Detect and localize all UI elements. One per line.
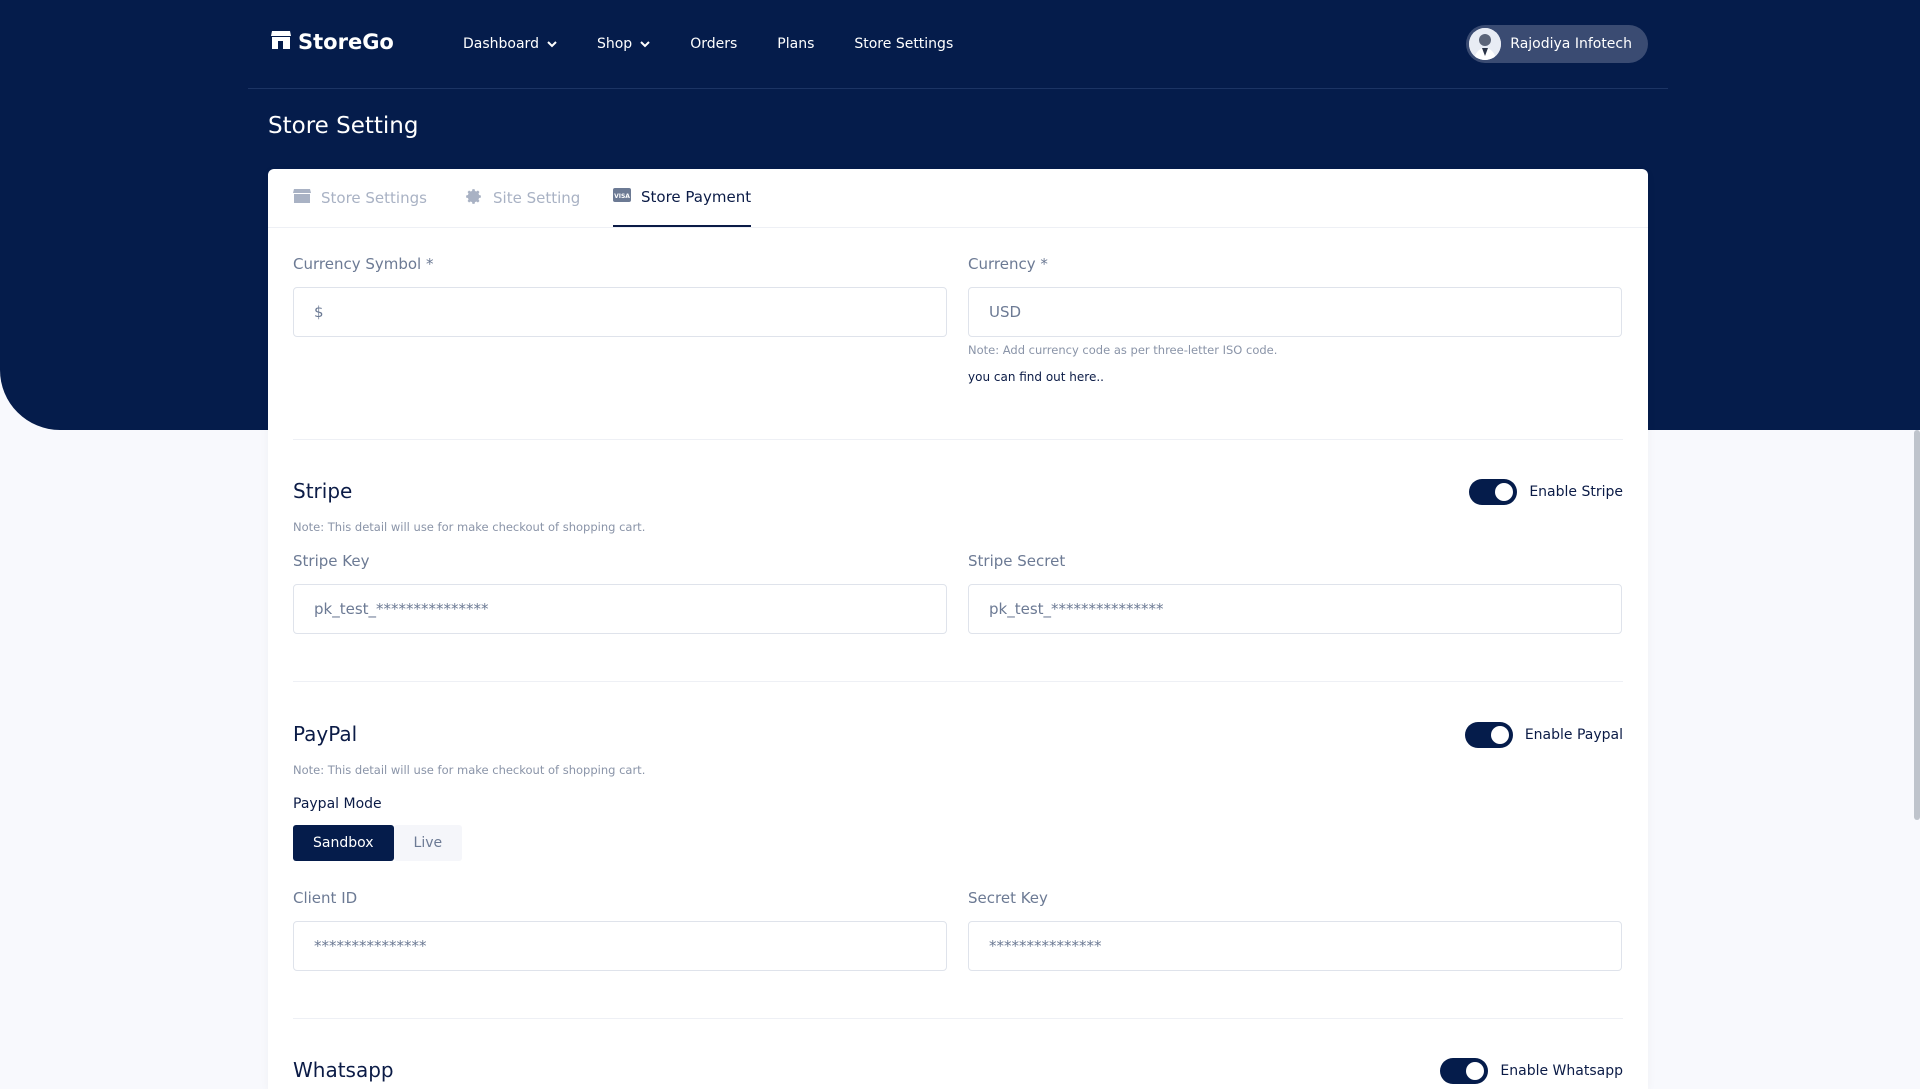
nav-dashboard[interactable]: Dashboard [463,36,557,52]
page-scrollbar[interactable] [1914,430,1920,820]
toggle-knob [1495,483,1514,501]
secret-key-input[interactable] [968,921,1622,971]
enable-stripe-toggle[interactable] [1469,479,1518,505]
nav-orders[interactable]: Orders [690,36,737,52]
nav-label: Shop [596,36,633,52]
tab-label: Store Settings [321,189,427,207]
tab-label: Site Setting [493,189,581,207]
paypal-mode-switch: Sandbox Live [293,825,463,861]
nav-label: Store Settings [854,36,954,52]
sandbox-mode-button[interactable]: Sandbox [293,825,394,861]
paypal-mode-label: Paypal Mode [293,796,382,812]
stripe-key-label: Stripe Key [293,552,370,570]
enable-stripe-label: Enable Stripe [1529,484,1623,500]
svg-text:VISA: VISA [614,193,630,200]
divider [293,1018,1623,1019]
avatar [1469,28,1502,60]
top-navbar: StoreGo Dashboard Shop Orders Plans Stor… [248,0,1668,89]
divider [293,681,1623,682]
paypal-note: Note: This detail will use for make chec… [293,763,646,777]
nav-label: Dashboard [463,36,539,52]
whatsapp-title: Whatsapp [293,1058,394,1082]
nav-plans[interactable]: Plans [777,36,814,52]
enable-whatsapp-toggle[interactable] [1440,1058,1489,1084]
nav-store-settings[interactable]: Store Settings [854,36,953,52]
secret-key-label: Secret Key [968,889,1048,907]
stripe-secret-label: Stripe Secret [968,552,1066,570]
live-mode-button[interactable]: Live [393,825,463,861]
client-id-label: Client ID [293,889,358,907]
stripe-title: Stripe [293,479,353,503]
enable-whatsapp-label: Enable Whatsapp [1500,1063,1623,1079]
store-icon [293,188,311,208]
currency-note: Note: Add currency code as per three-let… [968,343,1278,357]
nav-shop[interactable]: Shop [597,36,650,52]
stripe-toggle-group: Enable Stripe [1469,479,1623,505]
visa-card-icon: VISA [613,188,631,206]
tab-store-settings[interactable]: Store Settings [293,169,427,227]
toggle-knob [1466,1062,1485,1080]
tab-store-payment[interactable]: VISA Store Payment [613,169,752,227]
user-name: Rajodiya Infotech [1510,36,1632,52]
iso-code-link[interactable]: you can find out here.. [968,370,1104,384]
currency-label: Currency * [968,255,1048,273]
user-menu[interactable]: Rajodiya Infotech [1466,25,1648,63]
divider [293,439,1623,440]
page-title: Store Setting [268,113,419,139]
brand-name: StoreGo [298,30,394,54]
enable-paypal-toggle[interactable] [1464,722,1513,748]
nav-label: Orders [690,36,738,52]
store-icon [270,30,292,54]
chevron-down-icon [547,36,557,52]
enable-paypal-label: Enable Paypal [1524,727,1623,743]
whatsapp-toggle-group: Enable Whatsapp [1440,1058,1623,1084]
currency-symbol-label: Currency Symbol * [293,255,434,273]
paypal-title: PayPal [293,722,358,746]
tab-label: Store Payment [641,188,752,206]
paypal-toggle-group: Enable Paypal [1464,722,1623,748]
currency-input[interactable] [968,287,1622,337]
tab-site-setting[interactable]: Site Setting [466,169,580,227]
gear-icon [466,188,483,209]
main-nav: Dashboard Shop Orders Plans Store Settin… [463,0,953,88]
stripe-secret-input[interactable] [968,584,1622,634]
settings-tabs: Store Settings Site Setting VISA Store P… [268,169,1648,228]
client-id-input[interactable] [293,921,947,971]
settings-card: Store Settings Site Setting VISA Store P… [268,169,1648,1089]
stripe-note: Note: This detail will use for make chec… [293,520,646,534]
currency-symbol-input[interactable] [293,287,947,337]
brand-logo[interactable]: StoreGo [270,30,394,54]
stripe-key-input[interactable] [293,584,947,634]
toggle-knob [1490,726,1509,744]
chevron-down-icon [640,36,650,52]
nav-label: Plans [777,36,815,52]
